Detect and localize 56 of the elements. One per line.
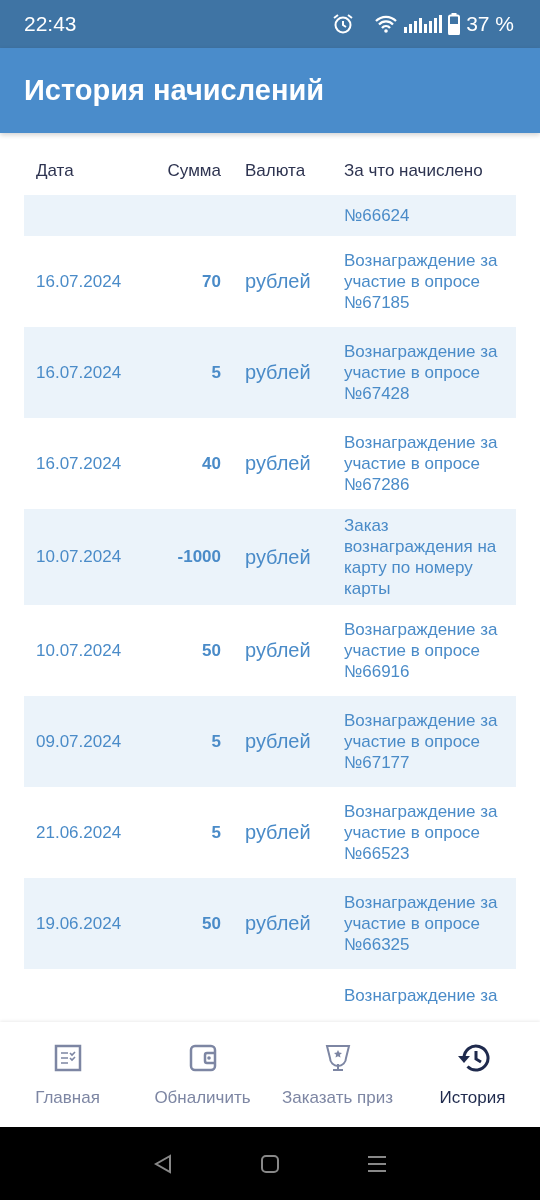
description-cell-text: Вознаграждение за участие в опросе №67177 <box>344 710 499 773</box>
currency-cell-text: рублей <box>244 730 312 753</box>
description-cell-text: Вознаграждение за участие в опросе №66325 <box>344 892 499 955</box>
history-icon <box>455 1042 490 1073</box>
signal-icon <box>404 14 443 34</box>
date-cell-text: 21.06.2024 <box>36 822 123 843</box>
amount-cell-text: 50 <box>201 640 221 661</box>
screen-title: История начислений <box>24 74 325 107</box>
description-cell-text: Вознаграждение за участие в опросе №66523 <box>344 801 499 864</box>
currency-cell-text: рублей <box>244 361 312 384</box>
nav-tab[interactable]: Главная <box>0 1022 135 1127</box>
amount-cell-text: 5 <box>210 822 221 843</box>
description-cell-text: Вознаграждение за участие в опросе №66916 <box>344 619 499 682</box>
amount-cell-text: 40 <box>201 453 221 474</box>
description-cell-text: Вознаграждение за участие в опросе №67185 <box>344 250 499 313</box>
description-cell-text: Вознаграждение за участие в опросе №67428 <box>344 341 499 404</box>
description-cell-text: Вознаграждение за <box>344 985 499 1006</box>
column-header: За что начислено <box>344 161 484 181</box>
amount-cell-text: 5 <box>210 362 221 383</box>
column-header: Сумма <box>166 161 221 181</box>
date-cell-text: 09.07.2024 <box>36 731 123 752</box>
currency-cell-text: рублей <box>244 821 312 844</box>
date-cell-text: 19.06.2024 <box>36 913 123 934</box>
amount-cell-text: 50 <box>201 913 221 934</box>
column-header: Дата <box>36 161 75 181</box>
recent-apps-icon[interactable] <box>366 1153 387 1174</box>
currency-cell-text: рублей <box>244 270 312 293</box>
description-cell-text: Вознаграждение за участие в опросе №67286 <box>344 432 499 495</box>
description-cell-text: Заказ вознаграждения на карту по номеру карты <box>344 515 498 599</box>
wifi-icon <box>374 14 399 34</box>
nav-tab[interactable]: История <box>405 1022 540 1127</box>
currency-cell-text: рублей <box>244 639 312 662</box>
amount-cell-text: -1000 <box>176 547 221 567</box>
battery-percent: 37 % <box>466 12 514 36</box>
currency-cell-text: рублей <box>244 452 312 475</box>
nav-tab[interactable]: Заказать приз <box>270 1022 405 1127</box>
currency-cell-text: рублей <box>244 545 312 569</box>
trophy-icon <box>323 1043 352 1072</box>
date-cell-text: 16.07.2024 <box>36 453 123 474</box>
date-cell-text: 10.07.2024 <box>36 547 123 567</box>
wallet-icon <box>188 1043 217 1072</box>
description-cell-text: №66624 <box>344 205 411 226</box>
battery-icon <box>448 13 461 35</box>
clock-time: 22:43 <box>24 12 77 36</box>
column-header: Валюта <box>244 161 307 181</box>
date-cell-text: 10.07.2024 <box>36 640 123 661</box>
alarm-clock-icon <box>332 13 355 35</box>
date-cell-text: 16.07.2024 <box>36 271 123 292</box>
currency-cell-text: рублей <box>244 912 312 935</box>
date-cell-text: 16.07.2024 <box>36 362 123 383</box>
amount-cell-text: 70 <box>201 271 221 292</box>
nav-tab[interactable]: Обналичить <box>135 1022 270 1127</box>
amount-cell-text: 5 <box>210 731 221 752</box>
home-icon[interactable] <box>260 1153 280 1174</box>
back-icon[interactable] <box>153 1153 174 1174</box>
checklist-icon <box>53 1043 82 1072</box>
